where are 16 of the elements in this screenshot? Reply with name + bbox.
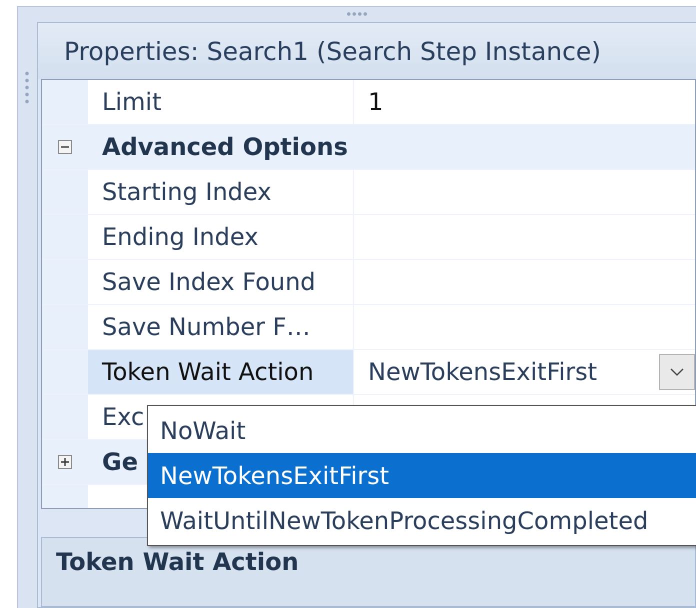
chevron-icon: [670, 368, 684, 376]
grip-handle[interactable]: [346, 12, 368, 16]
panel-title: Properties: Search1 (Search Step Instance): [64, 36, 601, 66]
dropdown-option[interactable]: WaitUntilNewTokenProcessingCompleted: [148, 498, 696, 543]
dropdown-field[interactable]: NewTokensExitFirst: [368, 350, 695, 394]
property-value[interactable]: 1: [368, 88, 384, 116]
property-label[interactable]: Token Wait Action: [88, 350, 354, 394]
dropdown-option[interactable]: NewTokensExitFirst: [148, 453, 696, 498]
expand-icon[interactable]: [58, 455, 72, 469]
dropdown-button[interactable]: [659, 354, 695, 390]
category-label[interactable]: Advanced Options: [88, 125, 348, 169]
category-label[interactable]: Ge: [88, 440, 138, 484]
dropdown-option[interactable]: NoWait: [148, 408, 696, 453]
collapse-icon[interactable]: [58, 140, 72, 154]
grip-handle[interactable]: [25, 70, 29, 106]
description-title: Token Wait Action: [56, 548, 299, 576]
